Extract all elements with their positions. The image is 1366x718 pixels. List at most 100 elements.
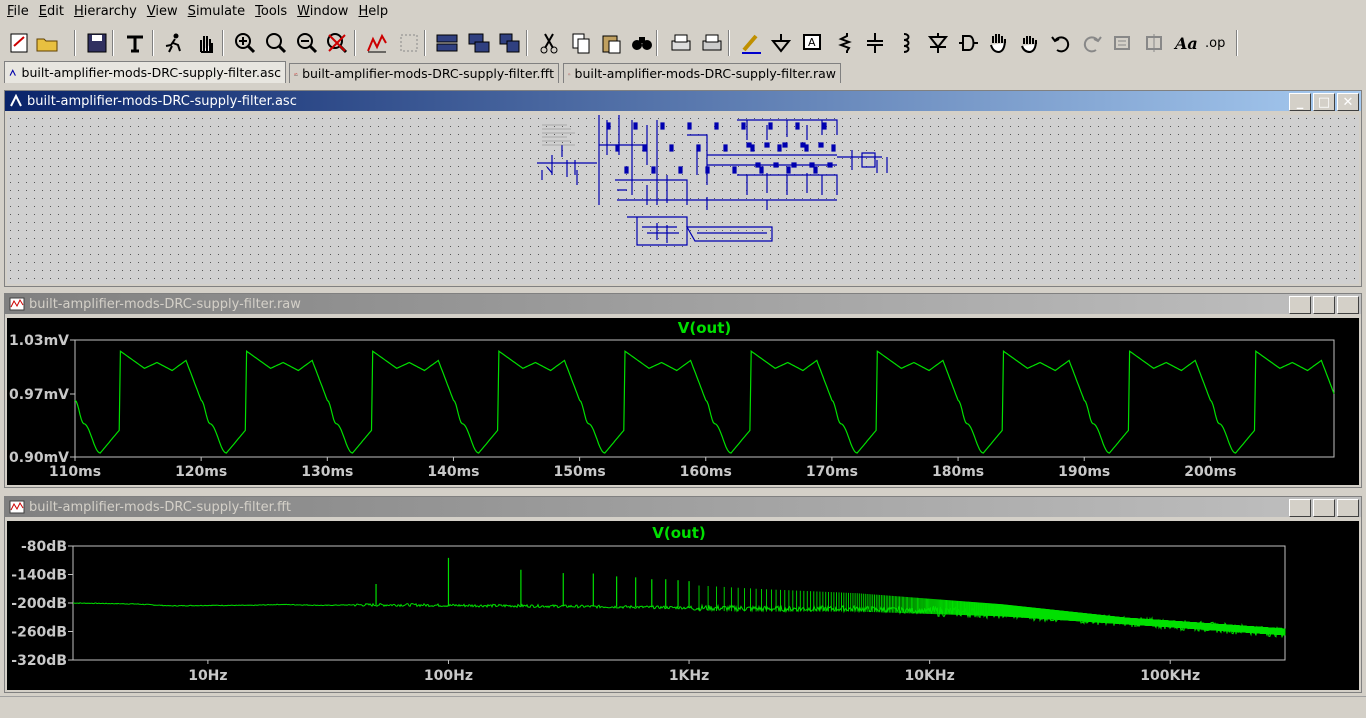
- x-tick-label: 110ms: [49, 464, 101, 480]
- minimize-button[interactable]: _: [1289, 499, 1311, 517]
- inductor-icon[interactable]: [893, 29, 919, 57]
- fft-window-titlebar[interactable]: built-amplifier-mods-DRC-supply-filter.f…: [5, 497, 1361, 517]
- diode-icon[interactable]: [925, 29, 951, 57]
- menu-help[interactable]: Help: [353, 0, 393, 24]
- drag-hand-icon[interactable]: [1017, 29, 1043, 57]
- schematic-drawing[interactable]: [7, 115, 1359, 284]
- y-tick-label: -80dB: [21, 539, 67, 555]
- x-tick-label: 180ms: [932, 464, 984, 480]
- copy-icon[interactable]: [568, 29, 594, 57]
- menu-tools[interactable]: Tools: [250, 0, 292, 24]
- x-tick-label: 170ms: [806, 464, 858, 480]
- spice-directive-icon[interactable]: .op: [1203, 29, 1229, 57]
- y-tick-label: 1.03mV: [9, 333, 69, 349]
- svg-text:.op: .op: [1205, 36, 1225, 51]
- menu-view[interactable]: View: [142, 0, 183, 24]
- tab-fft[interactable]: built-amplifier-mods-DRC-supply-filter.f…: [289, 63, 559, 83]
- menu-window[interactable]: Window: [292, 0, 353, 24]
- toolbar-separator: [424, 30, 426, 56]
- restore-button[interactable]: □: [1313, 499, 1335, 517]
- document-tabs: built-amplifier-mods-DRC-supply-filter.a…: [0, 61, 1366, 83]
- cascade-icon[interactable]: [466, 29, 492, 57]
- zoom-fit-icon[interactable]: [324, 29, 350, 57]
- text-icon[interactable]: Aa: [1172, 29, 1198, 57]
- close-button[interactable]: ✕: [1337, 296, 1359, 314]
- x-tick-label: 10Hz: [188, 668, 227, 684]
- toolbar: A Aa .op: [0, 26, 1366, 60]
- svg-text:A: A: [808, 36, 816, 49]
- y-tick-label: -140dB: [11, 568, 67, 584]
- toolbar-separator: [354, 30, 356, 56]
- status-bar: [0, 696, 1366, 718]
- zoom-out-icon[interactable]: [294, 29, 320, 57]
- capacitor-icon[interactable]: [862, 29, 888, 57]
- close-button[interactable]: ✕: [1337, 93, 1359, 111]
- toolbar-separator: [112, 30, 114, 56]
- halt-icon[interactable]: [193, 29, 219, 57]
- toolbar-separator: [728, 30, 730, 56]
- tile-vertical-icon[interactable]: [496, 29, 522, 57]
- undo-icon[interactable]: [1048, 29, 1074, 57]
- move-hand-icon[interactable]: [986, 29, 1012, 57]
- tile-horizontal-icon[interactable]: [434, 29, 460, 57]
- tab-raw[interactable]: built-amplifier-mods-DRC-supply-filter.r…: [563, 63, 841, 83]
- minimize-button[interactable]: _: [1289, 296, 1311, 314]
- menu-edit[interactable]: Edit: [34, 0, 69, 24]
- cut-icon[interactable]: [536, 29, 562, 57]
- x-tick-label: 100Hz: [424, 668, 473, 684]
- minimize-button[interactable]: _: [1289, 93, 1311, 111]
- print-icon[interactable]: [699, 29, 725, 57]
- schematic-window-titlebar[interactable]: built-amplifier-mods-DRC-supply-filter.a…: [5, 91, 1361, 111]
- run-icon[interactable]: [161, 29, 187, 57]
- trace-label[interactable]: V(out): [652, 524, 705, 542]
- waveform-icon: [9, 297, 25, 311]
- tab-label: built-amplifier-mods-DRC-supply-filter.a…: [21, 65, 281, 80]
- fft-plot[interactable]: V(out) -80dB -140dB -200dB -260dB -320dB 10Hz 1…: [7, 521, 1359, 690]
- tab-label: built-amplifier-mods-DRC-supply-filter.f…: [302, 66, 554, 81]
- mirror-icon[interactable]: [1141, 29, 1167, 57]
- draw-wire-icon[interactable]: [738, 29, 764, 57]
- new-schematic-icon[interactable]: [6, 29, 32, 57]
- autorange-icon[interactable]: [364, 29, 390, 57]
- component-icon[interactable]: [955, 29, 981, 57]
- series-vout[interactable]: [74, 350, 1335, 454]
- control-panel-icon[interactable]: [122, 29, 148, 57]
- redo-icon[interactable]: [1079, 29, 1105, 57]
- find-icon[interactable]: [629, 29, 655, 57]
- zoom-in-icon[interactable]: [232, 29, 258, 57]
- x-tick-label: 160ms: [680, 464, 732, 480]
- schematic-icon: [10, 94, 22, 107]
- open-folder-icon[interactable]: [34, 29, 60, 57]
- y-tick-label: -200dB: [11, 596, 67, 612]
- toolbar-separator: [656, 30, 658, 56]
- resistor-icon[interactable]: [832, 29, 858, 57]
- save-icon[interactable]: [84, 29, 110, 57]
- ground-icon[interactable]: [768, 29, 794, 57]
- transient-plot[interactable]: V(out) 1.03mV 0.97mV 0.90mV 110ms 120ms 130ms 1…: [7, 318, 1359, 485]
- fft-plot-window: built-amplifier-mods-DRC-supply-filter.f…: [4, 496, 1362, 693]
- y-tick-label: 0.97mV: [9, 387, 69, 403]
- trace-label[interactable]: V(out): [678, 319, 731, 337]
- menu-simulate[interactable]: Simulate: [183, 0, 250, 24]
- zoom-pan-icon[interactable]: [263, 29, 289, 57]
- transient-window-titlebar[interactable]: built-amplifier-mods-DRC-supply-filter.r…: [5, 294, 1361, 314]
- x-tick-label: 120ms: [175, 464, 227, 480]
- toolbar-separator: [222, 30, 224, 56]
- restore-button[interactable]: □: [1313, 296, 1335, 314]
- close-button[interactable]: ✕: [1337, 499, 1359, 517]
- paste-icon[interactable]: [598, 29, 624, 57]
- fft-window-title: built-amplifier-mods-DRC-supply-filter.f…: [29, 499, 292, 515]
- tab-schematic[interactable]: built-amplifier-mods-DRC-supply-filter.a…: [4, 61, 286, 83]
- restore-button[interactable]: □: [1313, 93, 1335, 111]
- schematic-canvas[interactable]: [7, 115, 1359, 284]
- menu-hierarchy[interactable]: Hierarchy: [69, 0, 142, 24]
- rotate-icon[interactable]: [1110, 29, 1136, 57]
- tab-label: built-amplifier-mods-DRC-supply-filter.r…: [574, 66, 836, 81]
- print-setup-icon[interactable]: [668, 29, 694, 57]
- x-tick-label: 1KHz: [669, 668, 709, 684]
- menu-file[interactable]: File: [2, 0, 34, 24]
- grid-icon[interactable]: [396, 29, 422, 57]
- transient-plot-window: built-amplifier-mods-DRC-supply-filter.r…: [4, 293, 1362, 488]
- toolbar-separator: [74, 30, 76, 56]
- label-net-icon[interactable]: A: [799, 29, 825, 57]
